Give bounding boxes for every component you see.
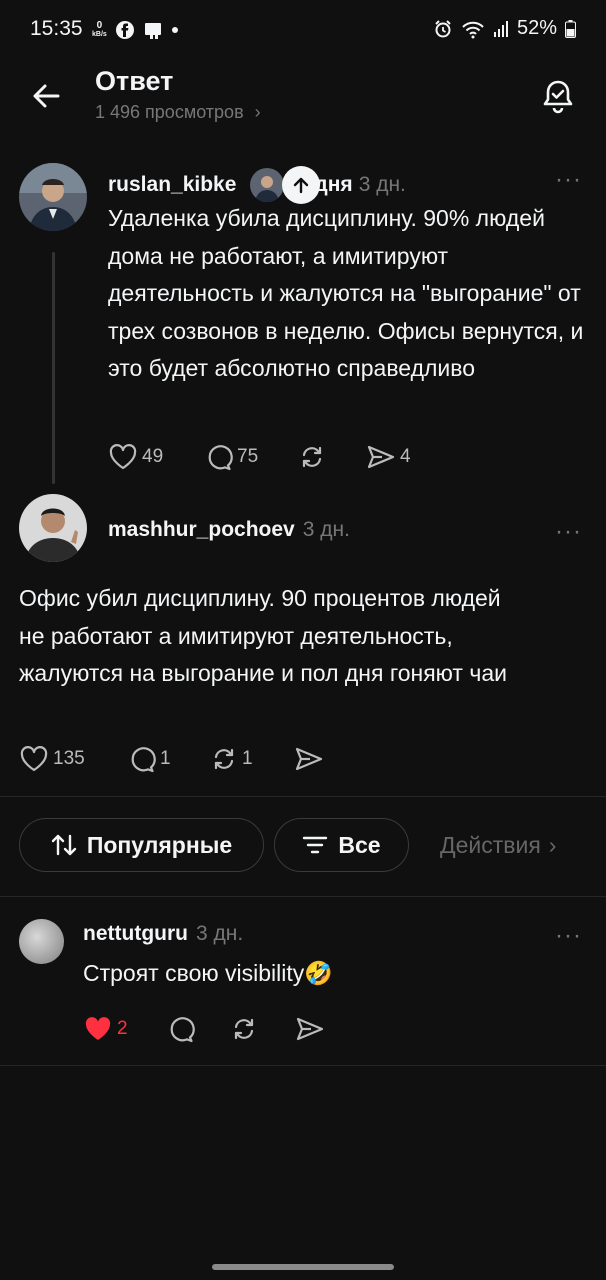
comment-actions: 2 <box>83 1015 325 1043</box>
filter-lines-icon <box>302 834 328 856</box>
battery-percent: 52% <box>516 17 557 39</box>
views-count: 1 496 просмотров <box>95 102 244 122</box>
net-speed-unit: kB/s <box>92 31 107 38</box>
sort-popular-button[interactable]: Популярные <box>19 818 264 872</box>
gallery-icon <box>143 20 163 40</box>
reposted-avatar-stack[interactable] <box>250 166 328 204</box>
repost-count: 1 <box>242 748 253 769</box>
comment-time: 3 дн. <box>195 922 244 945</box>
divider <box>0 896 606 897</box>
net-speed-value: 0 <box>96 20 103 31</box>
send-icon <box>366 443 396 471</box>
notify-bell-button[interactable] <box>538 76 578 116</box>
post-text: Удаленка убила дисциплину. 90% людей дом… <box>108 205 584 381</box>
repost-icon <box>298 443 326 471</box>
sort-arrows-icon <box>51 833 77 857</box>
post-header: ruslan_kibke дня 3 дн. <box>108 166 406 204</box>
comment-button[interactable] <box>165 1015 230 1043</box>
reply-header: mashhur_pochoev 3 дн. <box>108 518 350 542</box>
chevron-right-icon: › <box>548 832 557 858</box>
post-time: 3 дн. <box>358 173 406 196</box>
small-avatar <box>250 168 285 202</box>
share-count: 4 <box>400 446 411 467</box>
net-speed-indicator: 0 kB/s <box>92 21 107 39</box>
scroll-up-button[interactable] <box>282 166 321 204</box>
comment-count: 1 <box>160 748 171 769</box>
notification-dot-icon <box>171 26 179 34</box>
post-username[interactable]: ruslan_kibke <box>108 173 236 197</box>
wifi-icon <box>461 19 485 39</box>
comment-text: Строят свою visibility🤣 <box>83 960 333 986</box>
repost-button[interactable]: 1 <box>210 745 294 773</box>
avatar[interactable] <box>19 163 87 231</box>
comment-more-button[interactable]: ··· <box>555 922 582 950</box>
arrow-left-icon <box>28 78 64 114</box>
actions-label: Действия <box>440 832 541 858</box>
share-button[interactable] <box>294 745 324 773</box>
reply-more-button[interactable]: ··· <box>555 518 582 546</box>
share-button[interactable]: 4 <box>366 443 411 471</box>
battery-icon <box>565 19 576 38</box>
send-icon <box>295 1015 325 1043</box>
comment-bubble-icon <box>126 745 156 773</box>
like-button[interactable]: 49 <box>108 443 203 471</box>
avatar[interactable] <box>19 494 87 562</box>
comment-username[interactable]: nettutguru <box>83 922 188 946</box>
comment-button[interactable]: 1 <box>126 745 210 773</box>
share-button[interactable] <box>295 1015 325 1043</box>
status-left-icons: 0 kB/s <box>92 20 179 40</box>
divider <box>0 796 606 797</box>
reply-time: 3 дн. <box>302 518 350 541</box>
send-icon <box>294 745 324 773</box>
repost-icon <box>210 745 238 773</box>
avatar[interactable] <box>19 919 64 964</box>
facebook-icon <box>115 20 135 40</box>
post-more-button[interactable]: ··· <box>555 166 582 194</box>
actions-link[interactable]: Действия › <box>440 832 556 859</box>
heart-filled-icon <box>83 1015 113 1043</box>
home-indicator[interactable] <box>212 1264 394 1270</box>
bell-check-icon <box>538 76 578 116</box>
heart-icon <box>108 443 138 471</box>
like-count: 2 <box>117 1018 128 1039</box>
reply-text: Офис убил дисциплину. 90 процентов людей… <box>19 585 507 686</box>
repost-icon <box>230 1015 258 1043</box>
arrow-up-icon <box>291 175 311 195</box>
status-time: 15:35 <box>30 17 83 40</box>
comment-button[interactable]: 75 <box>203 443 298 471</box>
divider <box>0 1065 606 1066</box>
like-count: 135 <box>53 748 85 769</box>
comment-bubble-icon <box>165 1015 195 1043</box>
comment-header: nettutguru 3 дн. <box>83 922 243 946</box>
page-title: Ответ <box>95 66 174 96</box>
comment-count: 75 <box>237 446 259 467</box>
sort-label: Популярные <box>86 831 233 858</box>
post-actions: 49 75 4 <box>108 443 411 471</box>
back-button[interactable] <box>28 78 64 114</box>
filter-label: Все <box>338 831 381 858</box>
views-count-link[interactable]: 1 496 просмотров › <box>95 102 261 123</box>
like-button[interactable]: 135 <box>19 745 126 773</box>
status-bar: 15:35 0 kB/s 52% <box>0 0 606 60</box>
reply-username[interactable]: mashhur_pochoev <box>108 518 295 542</box>
repost-button[interactable] <box>230 1015 295 1043</box>
thread-line <box>52 252 55 484</box>
repost-button[interactable] <box>298 443 366 471</box>
heart-icon <box>19 745 49 773</box>
comment-bubble-icon <box>203 443 233 471</box>
reply-actions: 135 1 1 <box>19 745 324 773</box>
like-count: 49 <box>142 446 164 467</box>
status-right-icons: 52% <box>433 17 576 40</box>
like-button[interactable]: 2 <box>83 1015 165 1043</box>
signal-icon <box>493 20 509 38</box>
chevron-right-icon: › <box>254 102 261 122</box>
filter-all-button[interactable]: Все <box>274 818 409 872</box>
alarm-icon <box>433 19 453 39</box>
